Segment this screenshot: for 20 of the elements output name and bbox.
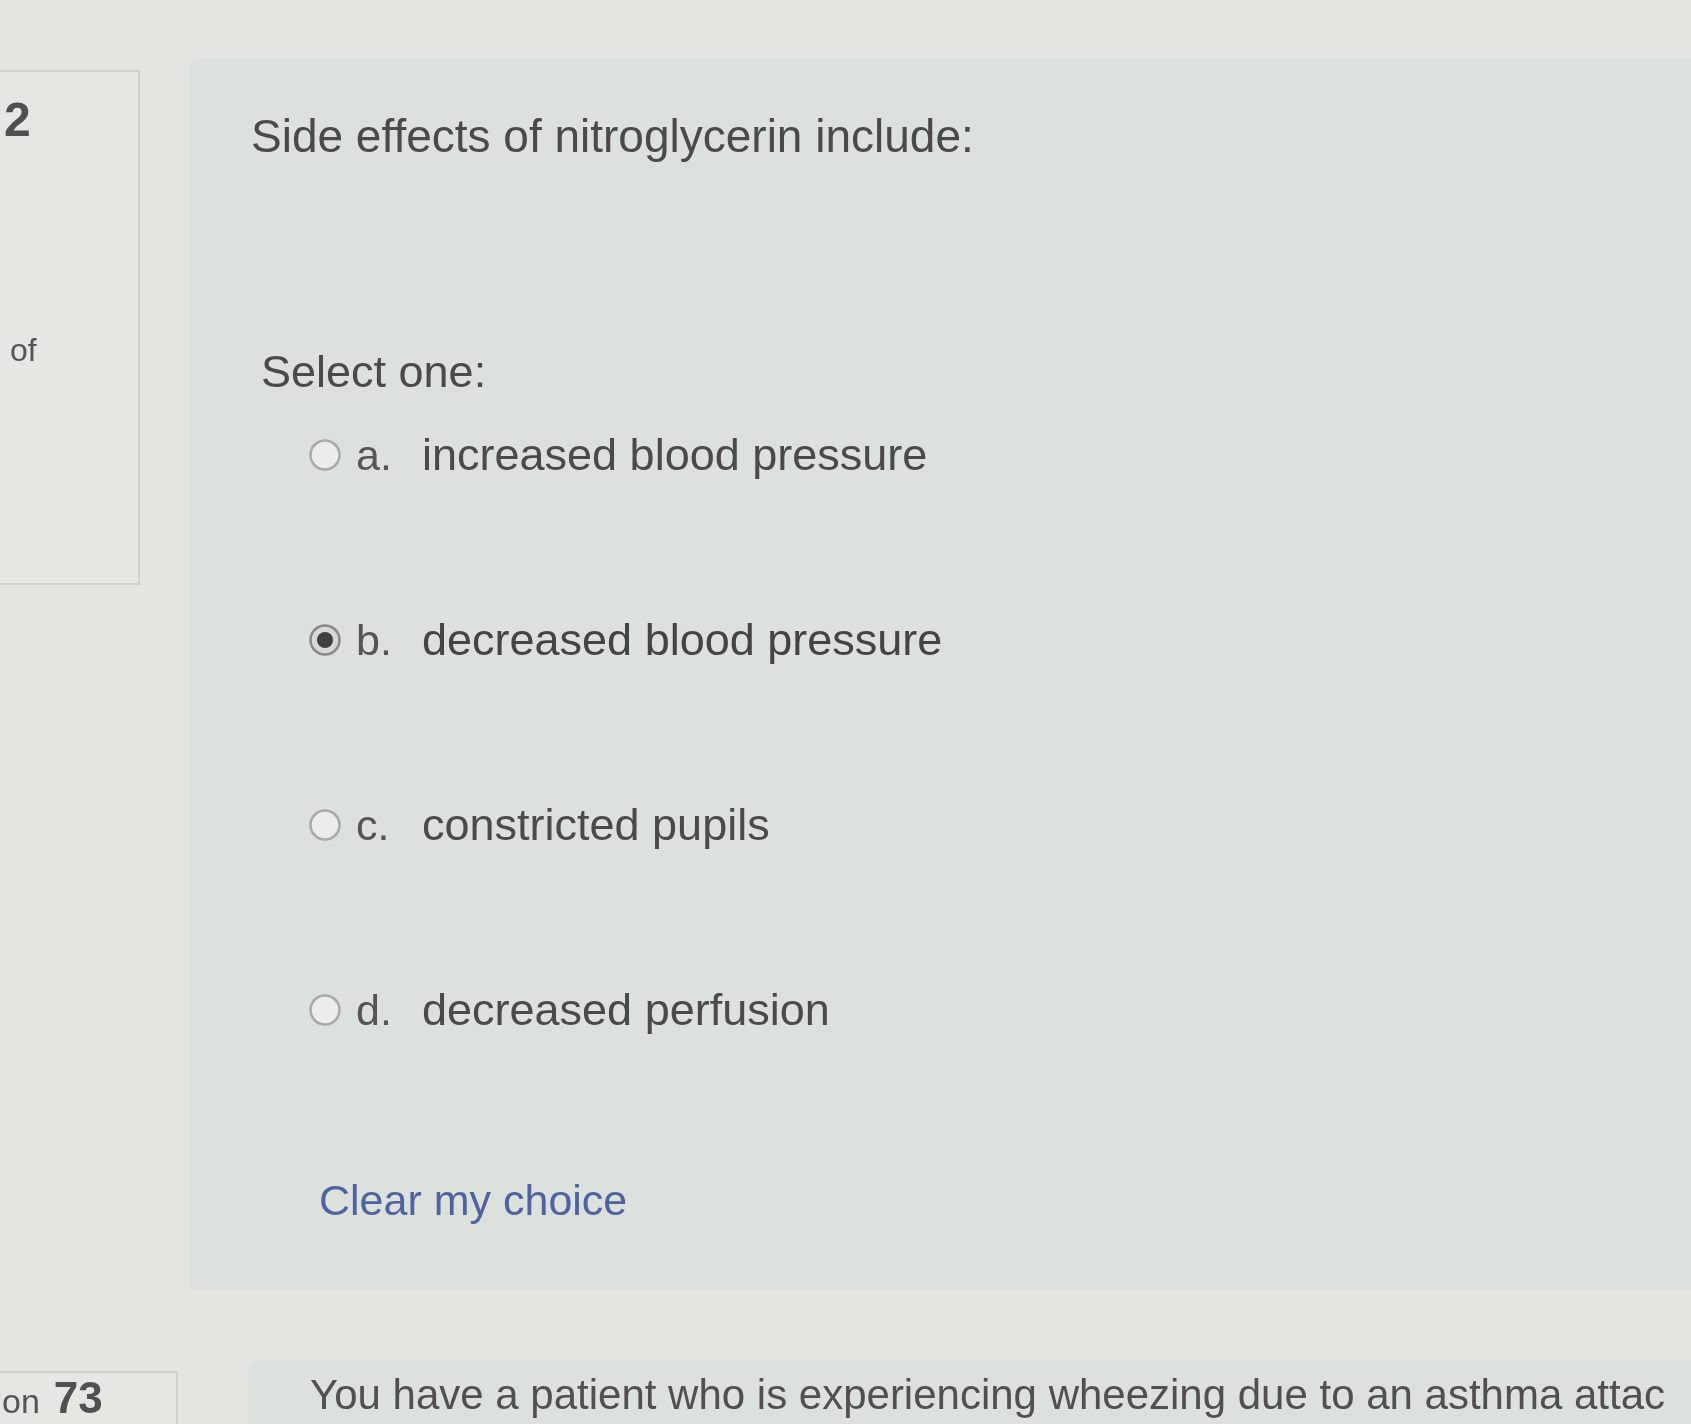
option-label[interactable]: constricted pupils [422, 798, 770, 852]
option-letter: d. [356, 985, 393, 1036]
clear-choice-link[interactable]: Clear my choice [319, 1173, 628, 1227]
question-number: 2 [3, 94, 31, 146]
question-label: on [1, 1381, 40, 1422]
radio-button[interactable] [309, 624, 341, 656]
option-letter: a. [356, 430, 393, 481]
question-number: 73 [52, 1376, 103, 1420]
radio-button[interactable] [309, 809, 341, 841]
option-label[interactable]: decreased perfusion [422, 983, 830, 1037]
info-text: of [9, 331, 37, 369]
radio-button[interactable] [309, 439, 341, 471]
option-letter: c. [356, 800, 391, 851]
question-text: Side effects of nitroglycerin include: [251, 109, 974, 163]
select-prompt: Select one: [261, 345, 487, 399]
option-letter: b. [356, 615, 393, 666]
radio-button[interactable] [309, 994, 341, 1026]
option-label[interactable]: increased blood pressure [422, 428, 928, 482]
option-label[interactable]: decreased blood pressure [422, 613, 943, 667]
question-text: You have a patient who is experiencing wheezing due to an asthma attac [310, 1371, 1666, 1419]
